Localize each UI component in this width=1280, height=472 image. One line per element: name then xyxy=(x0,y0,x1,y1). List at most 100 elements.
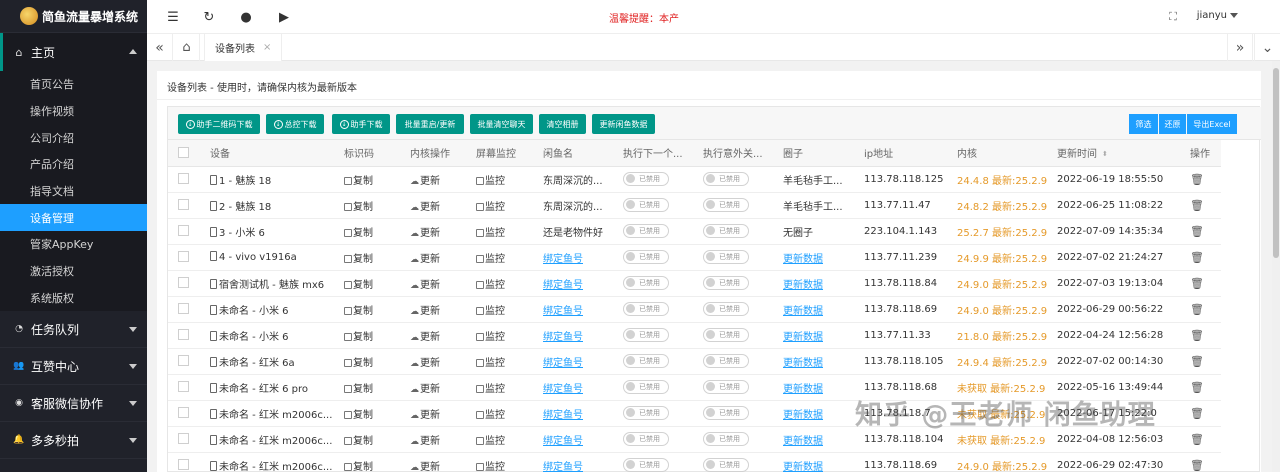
trash-icon[interactable]: 🗑 xyxy=(1190,407,1204,420)
trash-icon[interactable]: 🗑 xyxy=(1190,277,1204,290)
update-button[interactable]: ☁更新 xyxy=(410,280,440,291)
tabs-scroll-left-icon[interactable]: « xyxy=(147,34,173,61)
run-next-toggle[interactable]: 已禁用 xyxy=(623,431,669,446)
update-button[interactable]: ☁更新 xyxy=(410,358,440,369)
copy-button[interactable]: 复制 xyxy=(344,384,373,395)
monitor-button[interactable]: 监控 xyxy=(476,306,505,317)
bind-account-link[interactable]: 绑定鱼号 xyxy=(543,384,583,395)
update-button[interactable]: ☁更新 xyxy=(410,202,440,213)
copy-button[interactable]: 复制 xyxy=(344,410,373,421)
copy-button[interactable]: 复制 xyxy=(344,176,373,187)
row-checkbox[interactable] xyxy=(178,433,189,445)
row-checkbox[interactable] xyxy=(178,277,189,289)
update-button[interactable]: ☁更新 xyxy=(410,462,440,472)
row-checkbox[interactable] xyxy=(178,407,189,419)
toolbar-button-3[interactable]: 批量重启/更新 xyxy=(396,114,464,134)
update-button[interactable]: ☁更新 xyxy=(410,436,440,447)
update-data-link[interactable]: 更新数据 xyxy=(783,384,823,395)
bind-account-link[interactable]: 绑定鱼号 xyxy=(543,358,583,369)
update-data-link[interactable]: 更新数据 xyxy=(783,462,823,472)
nav-group-0[interactable]: ◔ 任务队列 xyxy=(0,311,147,349)
update-data-link[interactable]: 更新数据 xyxy=(783,410,823,421)
monitor-button[interactable]: 监控 xyxy=(476,254,505,265)
select-all-checkbox[interactable] xyxy=(178,147,189,158)
nav-group-1[interactable]: 👥 互赞中心 xyxy=(0,348,147,386)
update-data-link[interactable]: 更新数据 xyxy=(783,306,823,317)
row-checkbox[interactable] xyxy=(178,251,189,263)
run-unexpected-toggle[interactable]: 已禁用 xyxy=(703,405,749,420)
run-unexpected-toggle[interactable]: 已禁用 xyxy=(703,353,749,368)
tabs-menu-chevron-down-icon[interactable]: ⌄ xyxy=(1254,34,1280,61)
monitor-button[interactable]: 监控 xyxy=(476,280,505,291)
run-next-toggle[interactable]: 已禁用 xyxy=(623,197,669,212)
copy-button[interactable]: 复制 xyxy=(344,280,373,291)
row-checkbox[interactable] xyxy=(178,303,189,315)
row-checkbox[interactable] xyxy=(178,173,189,185)
run-next-toggle[interactable]: 已禁用 xyxy=(623,171,669,186)
monitor-button[interactable]: 监控 xyxy=(476,202,505,213)
row-checkbox[interactable] xyxy=(178,381,189,393)
row-checkbox[interactable] xyxy=(178,199,189,211)
update-data-link[interactable]: 更新数据 xyxy=(783,332,823,343)
trash-icon[interactable]: 🗑 xyxy=(1190,199,1204,212)
sidebar-item-8[interactable]: 系统版权 xyxy=(0,285,147,312)
run-unexpected-toggle[interactable]: 已禁用 xyxy=(703,197,749,212)
toolbar-button-5[interactable]: 清空相册 xyxy=(539,114,586,134)
run-next-toggle[interactable]: 已禁用 xyxy=(623,223,669,238)
update-data-link[interactable]: 更新数据 xyxy=(783,358,823,369)
sidebar-item-0[interactable]: 首页公告 xyxy=(0,71,147,98)
bind-account-link[interactable]: 绑定鱼号 xyxy=(543,462,583,472)
tabs-scroll-right-icon[interactable]: » xyxy=(1227,34,1253,61)
play-icon[interactable]: ▶ xyxy=(275,8,293,26)
update-button[interactable]: ☁更新 xyxy=(410,228,440,239)
copy-button[interactable]: 复制 xyxy=(344,436,373,447)
row-checkbox[interactable] xyxy=(178,225,189,237)
run-unexpected-toggle[interactable]: 已禁用 xyxy=(703,171,749,186)
run-next-toggle[interactable]: 已禁用 xyxy=(623,457,669,472)
monitor-button[interactable]: 监控 xyxy=(476,462,505,472)
run-unexpected-toggle[interactable]: 已禁用 xyxy=(703,249,749,264)
monitor-button[interactable]: 监控 xyxy=(476,384,505,395)
run-unexpected-toggle[interactable]: 已禁用 xyxy=(703,457,749,472)
row-checkbox[interactable] xyxy=(178,329,189,341)
toolbar-button-6[interactable]: 更新闲鱼数据 xyxy=(592,114,655,134)
trash-icon[interactable]: 🗑 xyxy=(1190,459,1204,472)
bind-account-link[interactable]: 绑定鱼号 xyxy=(543,306,583,317)
toolbar-button-1[interactable]: ↓ 总控下载 xyxy=(266,114,324,134)
toolbar-button-4[interactable]: 批量清空聊天 xyxy=(470,114,533,134)
trash-icon[interactable]: 🗑 xyxy=(1190,355,1204,368)
run-next-toggle[interactable]: 已禁用 xyxy=(623,353,669,368)
run-unexpected-toggle[interactable]: 已禁用 xyxy=(703,301,749,316)
copy-button[interactable]: 复制 xyxy=(344,462,373,472)
nav-group-3[interactable]: 🔔 多多秒拍 xyxy=(0,422,147,460)
update-button[interactable]: ☁更新 xyxy=(410,384,440,395)
update-data-link[interactable]: 更新数据 xyxy=(783,436,823,447)
update-data-link[interactable]: 更新数据 xyxy=(783,254,823,265)
copy-button[interactable]: 复制 xyxy=(344,228,373,239)
sidebar-item-5[interactable]: 设备管理 xyxy=(0,204,147,232)
monitor-button[interactable]: 监控 xyxy=(476,410,505,421)
menu-collapse-icon[interactable]: ☰ xyxy=(164,8,182,26)
bind-account-link[interactable]: 绑定鱼号 xyxy=(543,280,583,291)
trash-icon[interactable]: 🗑 xyxy=(1190,329,1204,342)
run-unexpected-toggle[interactable]: 已禁用 xyxy=(703,431,749,446)
row-checkbox[interactable] xyxy=(178,355,189,367)
page-scrollbar-thumb[interactable] xyxy=(1273,68,1279,258)
sidebar-item-1[interactable]: 操作视频 xyxy=(0,98,147,125)
refresh-icon[interactable]: ↻ xyxy=(200,8,218,26)
copy-button[interactable]: 复制 xyxy=(344,254,373,265)
run-next-toggle[interactable]: 已禁用 xyxy=(623,405,669,420)
update-button[interactable]: ☁更新 xyxy=(410,176,440,187)
run-next-toggle[interactable]: 已禁用 xyxy=(623,379,669,394)
monitor-button[interactable]: 监控 xyxy=(476,436,505,447)
update-button[interactable]: ☁更新 xyxy=(410,332,440,343)
sidebar-item-7[interactable]: 激活授权 xyxy=(0,258,147,285)
app-logo[interactable]: 简鱼流量暴增系统 xyxy=(0,0,147,33)
run-next-toggle[interactable]: 已禁用 xyxy=(623,327,669,342)
export-excel-button[interactable]: 导出Excel xyxy=(1187,114,1237,134)
bind-account-link[interactable]: 绑定鱼号 xyxy=(543,410,583,421)
sidebar-item-2[interactable]: 公司介绍 xyxy=(0,124,147,151)
tab-device-list[interactable]: 设备列表 × xyxy=(204,34,283,61)
trash-icon[interactable]: 🗑 xyxy=(1190,303,1204,316)
bind-account-link[interactable]: 绑定鱼号 xyxy=(543,332,583,343)
